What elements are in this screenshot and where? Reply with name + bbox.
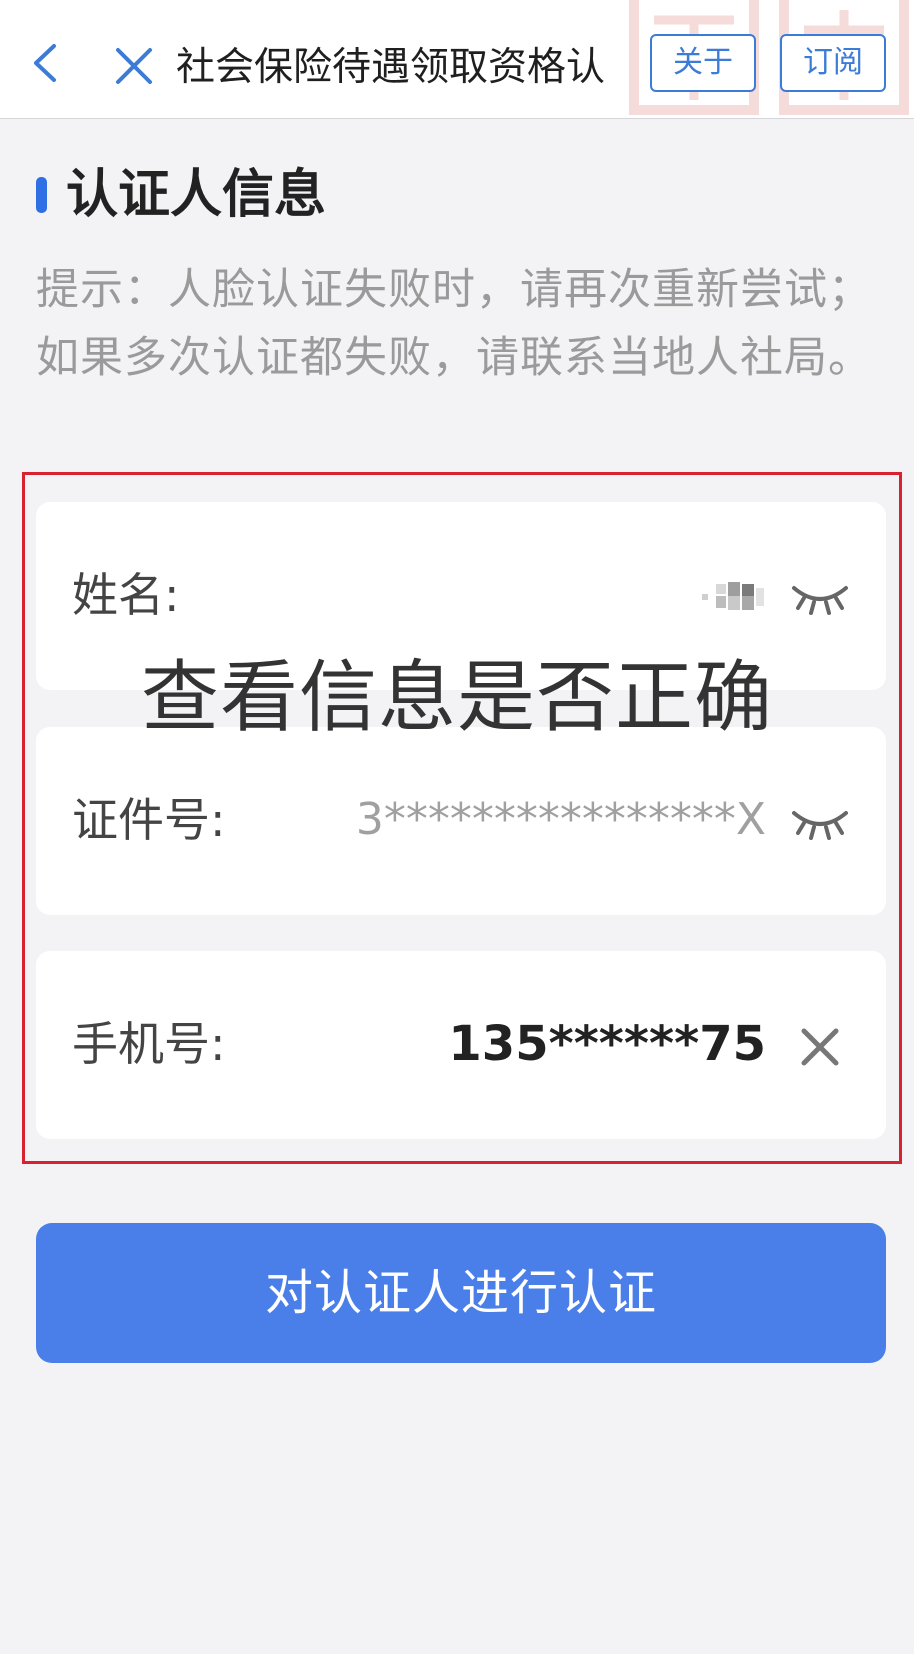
subscribe-button[interactable]: 订阅 [780,34,886,92]
eye-closed-icon[interactable] [790,801,850,841]
chevron-left-icon[interactable] [24,40,70,86]
about-button[interactable]: 关于 [650,34,756,92]
id-number-field-card: 证件号: 3****************X [36,727,886,915]
page-title: 社会保险待遇领取资格认 [176,45,606,90]
name-label: 姓名: [72,568,180,622]
id-number-value: 3****************X [355,794,766,845]
eye-closed-icon[interactable] [790,576,850,616]
section-accent-bar [36,177,47,213]
close-icon[interactable] [112,44,156,88]
phone-field-card: 手机号: 135******75 [36,951,886,1139]
blurred-name-value [702,582,764,610]
clear-icon[interactable] [800,1027,840,1067]
overlay-caption: 查看信息是否正确 [140,653,773,743]
hint-text: 提示：人脸认证失败时，请再次重新尝试；如果多次认证都失败，请联系当地人社局。 [36,265,872,383]
navigation-bar: 社会保险待遇领取资格认 关于 订阅 [0,0,914,119]
verify-button[interactable]: 对认证人进行认证 [36,1223,886,1363]
page: 社会保险待遇领取资格认 关于 订阅 认证人信息 提示：人脸认证失败时，请再次重新… [0,0,914,1654]
phone-value: 135******75 [448,1016,766,1072]
id-number-label: 证件号: [72,793,226,847]
phone-label: 手机号: [72,1017,226,1071]
section-title: 认证人信息 [66,165,327,225]
